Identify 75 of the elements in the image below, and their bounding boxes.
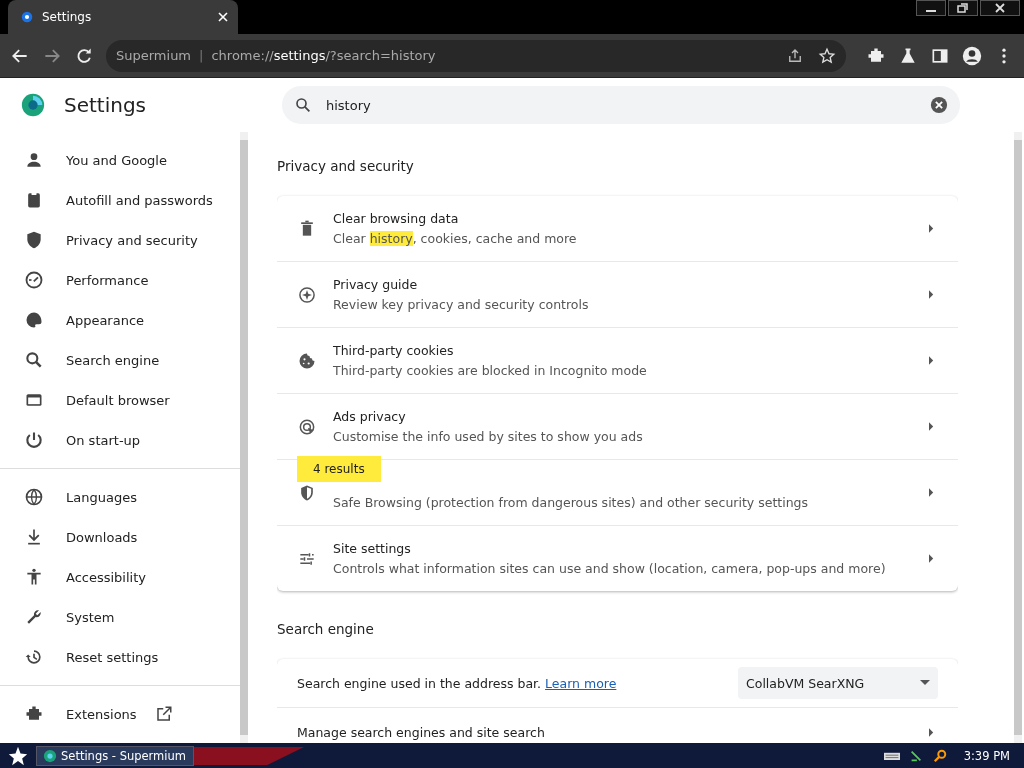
close-icon[interactable] <box>980 0 1020 16</box>
sidebar-item[interactable]: Extensions <box>0 694 240 734</box>
search-icon[interactable] <box>931 748 948 763</box>
sidebar-icon <box>24 567 44 587</box>
sidebar-item[interactable]: Performance <box>0 260 240 300</box>
taskbar-button[interactable]: Settings - Supermium <box>36 745 194 766</box>
settings-row[interactable]: Third-party cookies Third-party cookies are blocked in Incognito mode <box>277 327 958 393</box>
search-bar[interactable]: history <box>282 86 960 124</box>
section-heading: Search engine <box>277 621 375 639</box>
row-title: Third-party cookies <box>333 343 455 359</box>
row-label: Search engine used in the address bar. <box>297 675 542 691</box>
row-title: Clear browsing data <box>333 211 460 227</box>
star-icon[interactable] <box>8 745 28 766</box>
sidebar-item[interactable]: System <box>0 597 240 637</box>
clock: 3:39 PM <box>963 748 1010 763</box>
page-title: Settings <box>64 93 147 117</box>
arrow-icon <box>929 554 934 563</box>
row-description: Controls what information sites can use and show (location, camera, pop-ups and more) <box>333 561 887 576</box>
caret-icon <box>920 680 930 686</box>
sidebar-icon <box>24 230 44 250</box>
results-bubble: 4 results <box>297 456 381 482</box>
sidebar-icon <box>24 150 44 170</box>
arrow-icon <box>929 290 934 299</box>
settings-row[interactable]: Privacy guide Review key privacy and security controls <box>277 261 958 327</box>
sidebar-item[interactable]: Default browser <box>0 380 240 420</box>
engine-dropdown[interactable]: CollabVM SearXNG <box>738 667 938 699</box>
arrow-icon <box>929 422 934 431</box>
settings-row[interactable]: Site settings Controls what information sites can use and show (location, camera, pop-ups and more) <box>277 525 958 591</box>
sidebar-icon <box>24 310 44 330</box>
arrow-icon <box>929 356 934 365</box>
row-title: Ads privacy <box>333 409 407 425</box>
clear-icon[interactable] <box>930 96 948 114</box>
arrow-icon <box>929 727 934 737</box>
sidebar-item[interactable]: Search engine <box>0 340 240 380</box>
profile-icon[interactable] <box>962 45 982 66</box>
sidebar-item[interactable]: Reset settings <box>0 637 240 677</box>
sidebar-item[interactable]: You and Google <box>0 140 240 180</box>
sidebar-item[interactable]: Autofill and passwords <box>0 180 240 220</box>
row-description: Third-party cookies are blocked in Incognito mode <box>333 363 648 378</box>
row-description: Customise the info used by sites to show you ads <box>333 429 644 444</box>
logo-icon <box>43 748 57 763</box>
scrollbar[interactable] <box>240 132 248 743</box>
search-field[interactable]: history <box>324 96 918 114</box>
row-title: Site settings <box>333 541 412 557</box>
scrollbar[interactable] <box>1014 132 1022 743</box>
sidebar-icon <box>24 647 44 667</box>
row-description: Review key privacy and security controls <box>333 297 590 312</box>
sidebar-icon <box>24 270 44 290</box>
sidebar-item[interactable]: Privacy and security <box>0 220 240 260</box>
settings-row[interactable]: 4 results Safe Browsing (protection from dangerous sites) and other security settings <box>277 459 958 525</box>
minimize-icon[interactable] <box>916 0 946 16</box>
arrow-icon <box>929 224 934 233</box>
logo-icon <box>20 92 46 118</box>
learn-more-link[interactable]: Learn more <box>545 675 617 691</box>
address-bar[interactable]: Supermium | chrome://settings/?search=history <box>106 39 846 72</box>
sidebar-item[interactable]: Accessibility <box>0 557 240 597</box>
search-icon <box>294 96 312 114</box>
sidebar-item[interactable]: Downloads <box>0 517 240 557</box>
browser-tab[interactable]: Settings <box>8 0 238 34</box>
external-link-icon <box>154 705 173 723</box>
section-heading: Privacy and security <box>277 158 415 176</box>
sidebar-icon <box>24 350 44 370</box>
settings-row[interactable]: Clear browsing data Clear history, cookies, cache and more <box>277 196 958 261</box>
row-icon <box>297 284 317 305</box>
sidebar-icon <box>24 487 44 507</box>
sidebar-icon <box>24 430 44 450</box>
row-title: Privacy guide <box>333 277 419 293</box>
star-icon[interactable] <box>818 46 836 65</box>
sidebar-item[interactable]: On start-up <box>0 420 240 460</box>
row-description: Clear history, cookies, cache and more <box>333 231 578 246</box>
sidebar-item[interactable]: Languages <box>0 477 240 517</box>
sidebar-item[interactable]: Appearance <box>0 300 240 340</box>
restore-icon[interactable] <box>948 0 978 16</box>
arrow-icon <box>929 488 934 497</box>
row-description: Safe Browsing (protection from dangerous sites) and other security settings <box>333 495 810 510</box>
